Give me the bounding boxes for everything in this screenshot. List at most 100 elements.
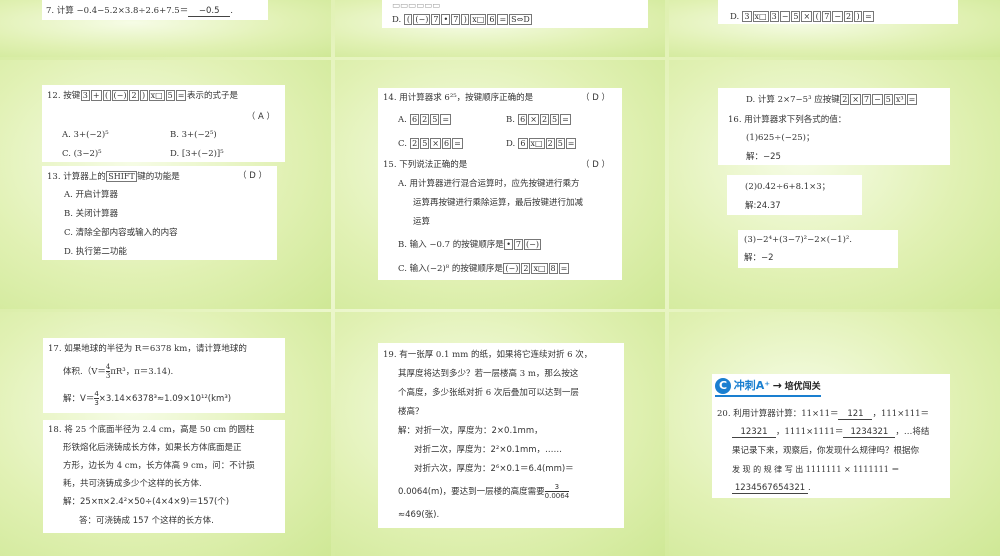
q12-suffix: 表示的式子是 xyxy=(186,91,238,101)
calculator-key: 5 xyxy=(883,94,893,105)
calculator-key: 7 xyxy=(513,239,524,250)
q16-part3-answer: 解：−2 xyxy=(744,253,774,263)
calculator-key: 2 xyxy=(545,138,555,149)
key-sequence: 6 × 2 5 = xyxy=(518,114,572,125)
slide-4: 12. 按键 3 +((−) 2) x□ 5 = 表示的式子是 （ A ） A. 3+(−2)… xyxy=(0,60,331,309)
q13-option-a: A. 开启计算器 xyxy=(64,190,119,200)
calculator-key: 6 xyxy=(410,114,420,125)
slide-6: D. 计算 2×7−5³ 应按键 2 × 7−5 x³ = 16. 用计算器求下列各式的值… xyxy=(669,60,1000,309)
calculator-key: = xyxy=(497,14,509,25)
calculator-key: ( xyxy=(813,11,822,22)
q18-conclusion: 答：可浇铸成 157 个这样的长方体. xyxy=(79,516,214,526)
calculator-key: 3 xyxy=(769,11,779,22)
calculator-key: − xyxy=(779,11,791,22)
q20-blank-3: 1234321 xyxy=(843,428,896,438)
calculator-key: = xyxy=(560,114,571,125)
q18-line1: 18. 将 25 个底面半径为 2.4 cm，高是 50 cm 的圆柱 xyxy=(48,425,255,435)
q14-text: 14. 用计算器求 6²⁵，按键顺序正确的是 xyxy=(383,93,534,103)
q13-suffix: 键的功能是 xyxy=(137,172,180,182)
slide-7: 17. 如果地球的半径为 R＝6378 km，请计算地球的 体积.（V＝ 4 3 πR… xyxy=(0,312,331,556)
q16-part2-answer: 解:24.37 xyxy=(745,201,781,211)
q7-end: . xyxy=(230,6,233,16)
card-q16-part2: (2)0.42÷6+8.1×3； 解:24.37 xyxy=(727,175,862,215)
q20-line2b: ，…将结 xyxy=(895,427,930,437)
q7-answer: −0.5 xyxy=(188,7,231,17)
fraction-3-0.0064: 3 0.0064 xyxy=(544,483,570,500)
q19-answer-1: 解：对折一次，厚度为：2×0.1mm， xyxy=(398,426,543,436)
q15-option-b: B. 输入 −0.7 的按键顺序是 xyxy=(398,240,504,250)
q20-line3: 果记录下来，观察后，你发现什么规律吗？根据你 xyxy=(732,446,920,456)
option-d-label: D. xyxy=(730,12,740,22)
calculator-key: x³ xyxy=(893,94,906,105)
q14-answer: （ D ） xyxy=(581,93,610,103)
calculator-key: 2 xyxy=(521,263,531,274)
card-q16: D. 计算 2×7−5³ 应按键 2 × 7−5 x³ = 16. 用计算器求下列各式的值… xyxy=(718,88,950,165)
option-d-label: D. xyxy=(392,15,402,25)
key-sequence: (−) 2 x□ 8 = xyxy=(503,263,570,274)
q12-option-a: A. 3+(−2)⁵ xyxy=(62,130,109,140)
arrow-icon: → xyxy=(772,379,782,392)
card-q-option-d-3: D. 3 x□ 3−5 ×(7−2) = xyxy=(718,0,958,24)
calculator-key: 7 xyxy=(822,11,832,22)
calculator-key: 5 xyxy=(165,90,175,101)
card-q13: 13. 计算器上的 SHIFT 键的功能是 （ D ） A. 开启计算器 B. 关闭… xyxy=(42,166,277,260)
q15-option-a: A. 用计算器进行混合运算时，应先按键进行乘方 xyxy=(398,179,580,189)
q17-line2b: πR³，π＝3.14). xyxy=(110,367,174,377)
key-sequence: 6 2 5 = xyxy=(410,114,452,125)
calculator-key: ) xyxy=(461,14,470,25)
calculator-key: 8 xyxy=(548,263,558,274)
q16-text: 16. 用计算器求下列各式的值： xyxy=(728,115,847,125)
calculator-key: = xyxy=(863,11,874,22)
key-sequence: 6 x□ 2 5 = xyxy=(518,138,577,149)
calculator-key: × xyxy=(528,114,539,125)
q15-option-c: C. 输入(−2)⁸ 的按键顺序是 xyxy=(398,264,503,274)
q18-line2: 形铁熔化后浇铸成长方体，如果长方体底面是正 xyxy=(63,443,242,453)
calculator-key: + xyxy=(90,90,102,101)
calculator-key: − xyxy=(832,11,843,22)
calculator-key: ) xyxy=(854,11,863,22)
q17-line1: 17. 如果地球的半径为 R＝6378 km，请计算地球的 xyxy=(48,344,247,354)
q16-part1: (1)625÷(−25)； xyxy=(746,133,815,143)
q14-a-label: A. xyxy=(398,115,407,125)
q20-blank-1: 121 xyxy=(838,410,873,420)
banner-title: 冲刺A⁺ xyxy=(733,379,771,392)
slide-3: D. 3 x□ 3−5 ×(7−2) = xyxy=(669,0,1000,57)
q19-answer-4: 0.0064(m)，要达到一层楼的高度需要 xyxy=(398,487,545,497)
slide-9: C 冲刺A⁺ → 培优闯关 20. 利用计算器计算：11×11＝ 121 ，111×… xyxy=(669,312,1000,556)
q18-line3: 方形，边长为 4 cm，长方体高 9 cm，问：不计损 xyxy=(63,461,255,471)
banner-subtitle: 培优闯关 xyxy=(784,382,821,392)
calculator-key: 5 xyxy=(555,138,565,149)
calculator-key: 3 xyxy=(742,11,752,22)
q15-answer: （ D ） xyxy=(581,160,610,170)
q20-line1b: ，111×111＝ xyxy=(872,409,930,419)
q12-prefix: 12. 按键 xyxy=(47,91,81,101)
q19-answer-2: 对折二次，厚度为：2²×0.1mm，…… xyxy=(414,445,563,455)
card-q7: 7. 计算 −0.4−5.2×3.8÷2.6+7.5＝ −0.5. xyxy=(42,0,268,20)
q12-option-d: D. [3+(−2)]⁵ xyxy=(170,149,224,159)
section-c-badge-icon: C xyxy=(715,378,731,394)
q17-line2: 体积.（V＝ xyxy=(63,367,106,377)
calculator-key: (−) xyxy=(503,263,521,274)
calculator-key: ( xyxy=(404,14,413,25)
slide-1: 7. 计算 −0.4−5.2×3.8÷2.6+7.5＝ −0.5. xyxy=(0,0,331,57)
q17-answer-b: ×3.14×6378³≈1.09×10¹²(km³) xyxy=(98,394,232,404)
calculator-key: = xyxy=(906,94,918,105)
calculator-key: (−) xyxy=(524,239,541,250)
q19-line3: 个高度，多少张纸对折 6 次后叠加可以达到一层 xyxy=(398,388,579,398)
calculator-key: × xyxy=(850,94,861,105)
card-q18: 18. 将 25 个底面半径为 2.4 cm，高是 50 cm 的圆柱 形铁熔化… xyxy=(43,420,285,533)
calculator-key: ( xyxy=(102,90,111,101)
calculator-key: = xyxy=(452,138,463,149)
calculator-key: 6 xyxy=(442,138,452,149)
card-q19: 19. 有一张厚 0.1 mm 的纸，如果将它连续对折 6 次， 其厚度将达到多… xyxy=(378,343,624,528)
calculator-key: 6 xyxy=(487,14,497,25)
slide-8: 19. 有一张厚 0.1 mm 的纸，如果将它连续对折 6 次， 其厚度将达到多… xyxy=(335,312,665,556)
calculator-key: 2 xyxy=(410,138,420,149)
q19-answer-5: ≈469(张). xyxy=(398,510,440,520)
q14-d-label: D. xyxy=(506,139,516,149)
q13-option-b: B. 关闭计算器 xyxy=(64,209,119,219)
q19-answer-3: 对折六次，厚度为：2⁶×0.1＝6.4(mm)＝ xyxy=(414,464,574,474)
calculator-key: 7 xyxy=(431,14,441,25)
calculator-key: ) xyxy=(139,90,148,101)
calculator-key: 5 xyxy=(430,114,440,125)
